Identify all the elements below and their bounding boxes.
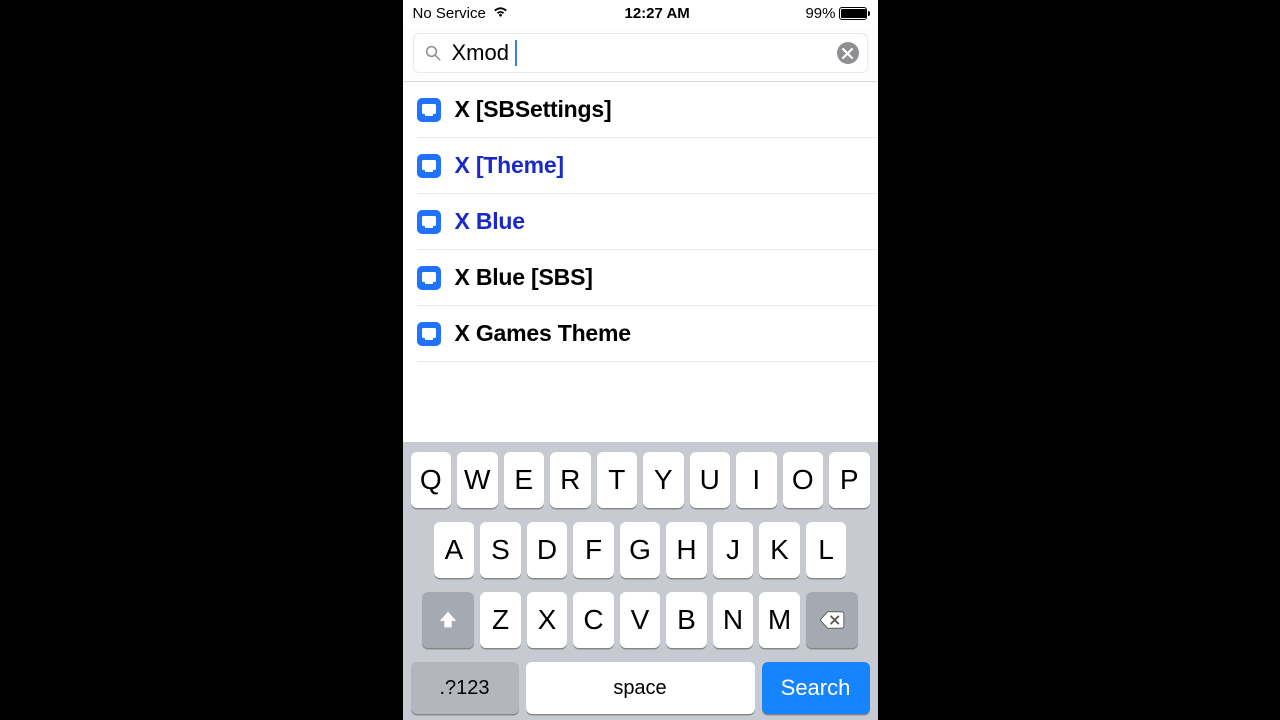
key-n[interactable]: N (713, 592, 754, 648)
package-icon (417, 322, 441, 346)
wifi-icon (492, 5, 509, 22)
key-k[interactable]: K (759, 522, 800, 578)
keyboard-row-2: A S D F G H J K L (408, 522, 873, 578)
key-w[interactable]: W (457, 452, 498, 508)
result-label: X Blue [SBS] (455, 264, 593, 291)
package-icon (417, 98, 441, 122)
key-numswitch[interactable]: .?123 (411, 662, 519, 714)
result-label: X Games Theme (455, 320, 631, 347)
search-icon (424, 44, 442, 62)
search-field[interactable] (413, 33, 868, 73)
search-results: X [SBSettings] X [Theme] X Blue X Blue [… (403, 82, 878, 442)
key-r[interactable]: R (550, 452, 591, 508)
key-z[interactable]: Z (480, 592, 521, 648)
keyboard-row-4: .?123 space Search (408, 662, 873, 714)
key-g[interactable]: G (620, 522, 661, 578)
result-label: X [SBSettings] (455, 96, 612, 123)
key-j[interactable]: J (713, 522, 754, 578)
key-v[interactable]: V (620, 592, 661, 648)
key-i[interactable]: I (736, 452, 777, 508)
package-icon (417, 154, 441, 178)
key-f[interactable]: F (573, 522, 614, 578)
keyboard-row-3: Z X C V B N M (408, 592, 873, 648)
package-icon (417, 266, 441, 290)
key-x[interactable]: X (527, 592, 568, 648)
battery-pct-label: 99% (805, 5, 835, 22)
result-label: X [Theme] (455, 152, 564, 179)
key-q[interactable]: Q (411, 452, 452, 508)
key-h[interactable]: H (666, 522, 707, 578)
status-bar: No Service 12:27 AM 99% (403, 0, 878, 26)
key-d[interactable]: D (527, 522, 568, 578)
clear-search-button[interactable] (837, 42, 859, 64)
result-row[interactable]: X Blue [SBS] (417, 250, 878, 306)
search-bar (403, 26, 878, 82)
result-row[interactable]: X [Theme] (417, 138, 878, 194)
keyboard: Q W E R T Y U I O P A S D F G H J K L Z (403, 442, 878, 720)
key-c[interactable]: C (573, 592, 614, 648)
clock-label: 12:27 AM (625, 5, 690, 22)
key-space[interactable]: space (526, 662, 755, 714)
key-s[interactable]: S (480, 522, 521, 578)
key-shift[interactable] (422, 592, 474, 648)
result-row[interactable]: X Games Theme (417, 306, 878, 362)
keyboard-row-1: Q W E R T Y U I O P (408, 452, 873, 508)
key-l[interactable]: L (806, 522, 847, 578)
key-b[interactable]: B (666, 592, 707, 648)
key-t[interactable]: T (597, 452, 638, 508)
status-left: No Service (413, 5, 509, 22)
search-input[interactable] (452, 40, 827, 66)
result-row[interactable]: X [SBSettings] (417, 82, 878, 138)
key-e[interactable]: E (504, 452, 545, 508)
carrier-label: No Service (413, 5, 486, 22)
key-backspace[interactable] (806, 592, 858, 648)
phone-screen: No Service 12:27 AM 99% (403, 0, 878, 720)
key-y[interactable]: Y (643, 452, 684, 508)
result-row[interactable]: X Blue (417, 194, 878, 250)
key-search[interactable]: Search (762, 662, 870, 714)
battery-icon (839, 7, 867, 20)
package-icon (417, 210, 441, 234)
key-u[interactable]: U (690, 452, 731, 508)
text-caret (515, 40, 517, 66)
result-label: X Blue (455, 208, 525, 235)
status-right: 99% (805, 5, 867, 22)
key-a[interactable]: A (434, 522, 475, 578)
key-o[interactable]: O (783, 452, 824, 508)
key-m[interactable]: M (759, 592, 800, 648)
key-p[interactable]: P (829, 452, 870, 508)
